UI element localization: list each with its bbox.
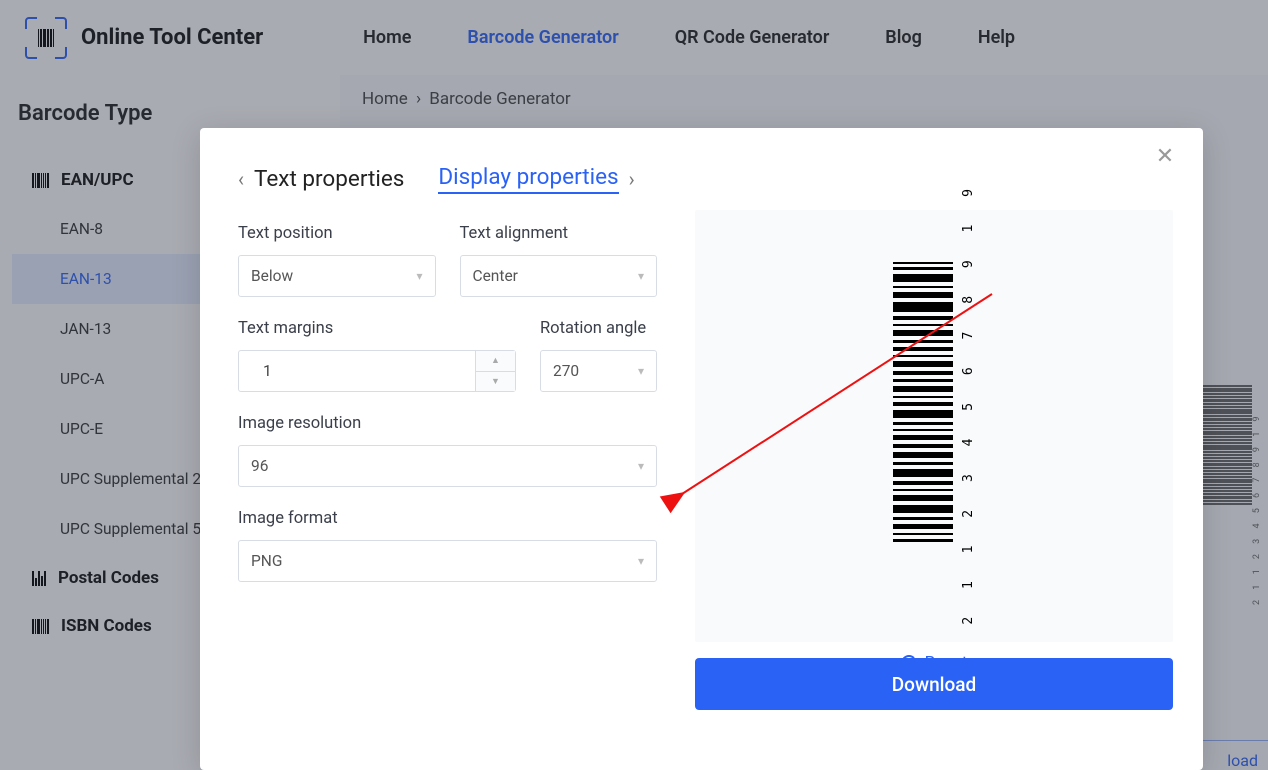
barcode-digits: 2 1 1 2 3 4 5 6 7 8 9 1 9 (961, 179, 976, 625)
barcode-preview-image: 2 1 1 2 3 4 5 6 7 8 9 1 9 (893, 179, 976, 625)
barcode-graphic (893, 262, 953, 542)
stepper-down-button[interactable]: ▼ (476, 372, 515, 392)
text-position-select[interactable]: Below ▾ (238, 255, 436, 297)
reset-button[interactable]: Reset (901, 653, 968, 673)
image-resolution-select[interactable]: 96 ▾ (238, 445, 657, 487)
field-label: Text position (238, 224, 436, 243)
field-image-resolution: Image resolution 96 ▾ (238, 414, 657, 487)
field-label: Text alignment (460, 224, 658, 243)
select-value: 96 (251, 457, 268, 475)
close-icon: ✕ (1156, 144, 1174, 169)
display-properties-modal: ✕ ‹ Text properties Display properties ›… (200, 128, 1203, 770)
close-button[interactable]: ✕ (1151, 142, 1179, 170)
number-stepper: ▲ ▼ (475, 351, 515, 391)
field-label: Text margins (238, 319, 516, 338)
modal-tabs: ‹ Text properties Display properties › (238, 164, 657, 194)
text-margins-value[interactable] (251, 351, 475, 391)
field-text-position: Text position Below ▾ (238, 224, 436, 297)
chevron-down-icon: ▾ (638, 364, 644, 378)
modal-preview-panel: 2 1 1 2 3 4 5 6 7 8 9 1 9 Reset Download (695, 128, 1203, 770)
chevron-down-icon: ▾ (638, 459, 644, 473)
reset-label: Reset (925, 653, 968, 673)
image-format-select[interactable]: PNG ▾ (238, 540, 657, 582)
select-value: 270 (553, 362, 579, 380)
select-value: Center (473, 267, 518, 285)
reset-icon (901, 655, 917, 671)
stepper-up-button[interactable]: ▲ (476, 351, 515, 372)
tab-text-properties[interactable]: ‹ Text properties (238, 166, 404, 192)
text-alignment-select[interactable]: Center ▾ (460, 255, 658, 297)
field-text-margins: Text margins ▲ ▼ (238, 319, 516, 392)
chevron-right-icon: › (629, 167, 635, 191)
field-label: Rotation angle (540, 319, 657, 338)
chevron-left-icon: ‹ (238, 167, 244, 191)
field-label: Image resolution (238, 414, 657, 433)
field-text-alignment: Text alignment Center ▾ (460, 224, 658, 297)
select-value: PNG (251, 552, 282, 570)
chevron-down-icon: ▾ (638, 554, 644, 568)
field-image-format: Image format PNG ▾ (238, 509, 657, 582)
tab-display-properties[interactable]: Display properties › (438, 164, 634, 194)
rotation-angle-select[interactable]: 270 ▾ (540, 350, 657, 392)
modal-form: ‹ Text properties Display properties › T… (200, 128, 695, 770)
tab-label: Text properties (254, 166, 404, 192)
text-margins-input[interactable]: ▲ ▼ (238, 350, 516, 392)
select-value: Below (251, 267, 293, 285)
barcode-preview: 2 1 1 2 3 4 5 6 7 8 9 1 9 Reset (695, 210, 1173, 642)
field-label: Image format (238, 509, 657, 528)
tab-label: Display properties (438, 164, 618, 194)
field-rotation-angle: Rotation angle 270 ▾ (540, 319, 657, 392)
chevron-down-icon: ▾ (638, 269, 644, 283)
chevron-down-icon: ▾ (416, 269, 422, 283)
